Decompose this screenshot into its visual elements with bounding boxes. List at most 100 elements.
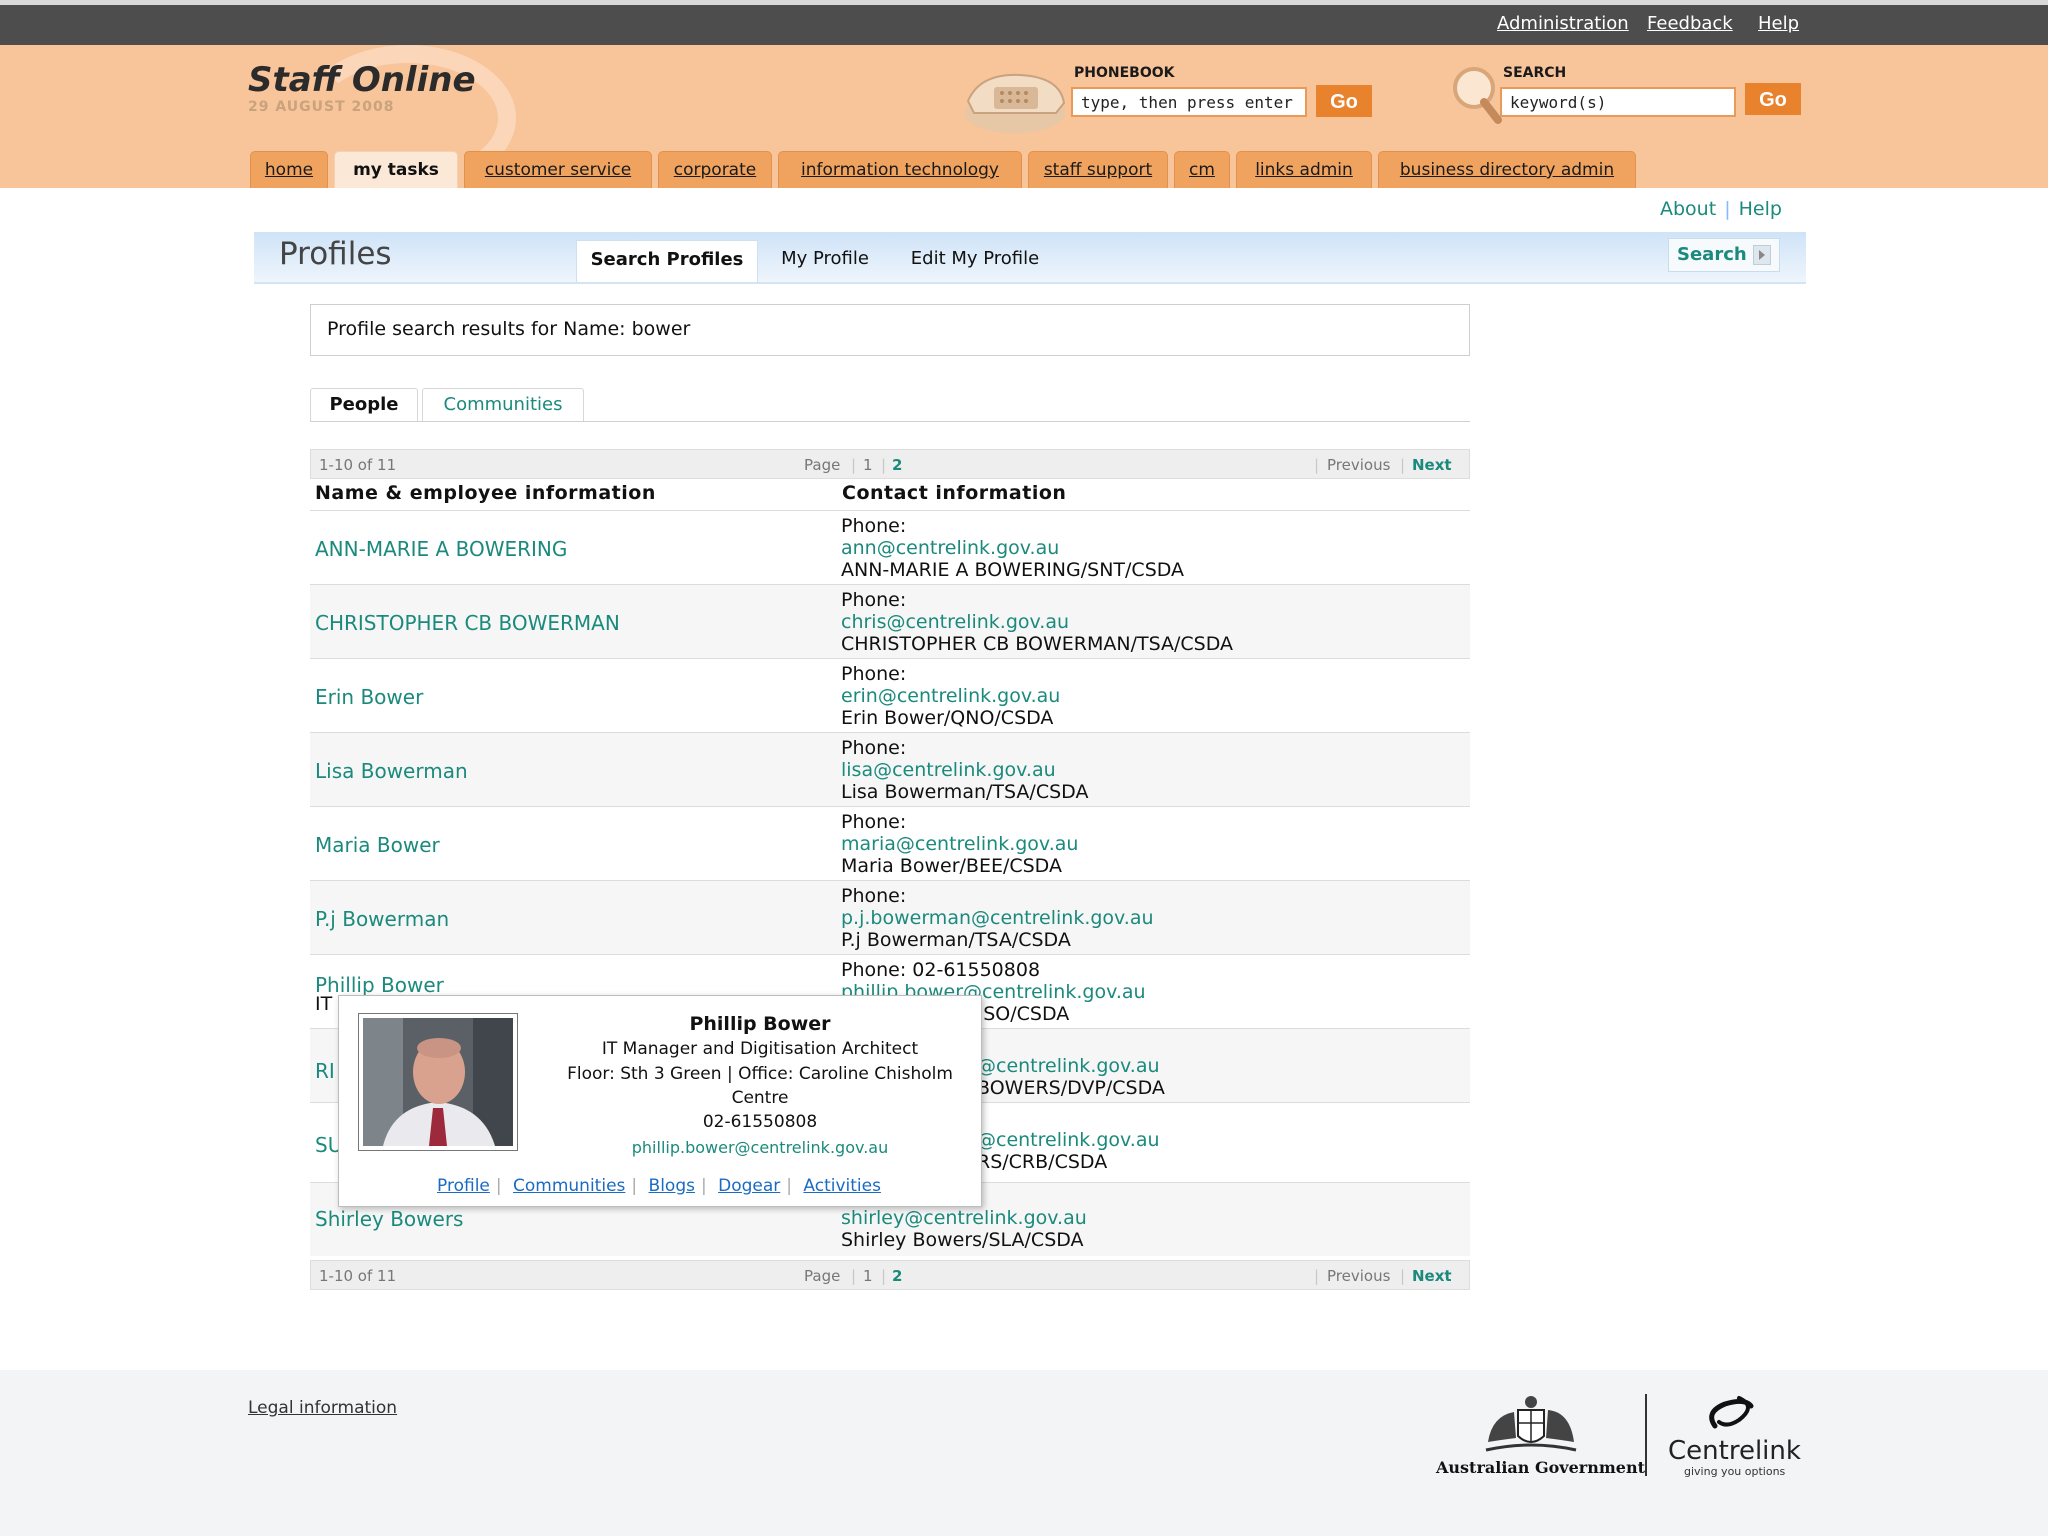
profiles-search-label: Search (1677, 244, 1747, 265)
nav-tab-customer-service[interactable]: customer service (464, 151, 652, 188)
pager-page-label: Page (804, 456, 841, 474)
pager-page-1: 1 (863, 1267, 873, 1285)
card-links: Profile | Communities | Blogs | Dogear | Act… (338, 1176, 980, 1196)
table-row: Erin Bower Phone: erin@centrelink.gov.au… (310, 658, 1470, 732)
notes-address: Shirley Bowers/SLA/CSDA (841, 1229, 1084, 1251)
tab-search-profiles[interactable]: Search Profiles (576, 240, 758, 282)
email-link[interactable]: shirley@centrelink.gov.au (841, 1207, 1087, 1229)
table-row: ANN-MARIE A BOWERING Phone: ann@centreli… (310, 510, 1470, 584)
pager-page-label: Page (804, 1267, 841, 1285)
person-name-link[interactable]: Lisa Bowerman (315, 759, 468, 783)
site-title[interactable]: Staff Online (248, 60, 476, 100)
phone-text: Phone: 02-61550808 (841, 959, 1041, 981)
nav-tab-business-directory-admin[interactable]: business directory admin (1378, 151, 1636, 188)
notes-address: P.j Bowerman/TSA/CSDA (841, 929, 1071, 951)
nav-tab-corporate[interactable]: corporate (658, 151, 772, 188)
card-link-activities[interactable]: Activities (803, 1176, 881, 1196)
email-link[interactable]: chris@centrelink.gov.au (841, 611, 1233, 633)
arrow-right-icon (1753, 245, 1771, 265)
pager-previous: Previous (1327, 1267, 1391, 1285)
pipe: | (700, 1176, 707, 1196)
card-link-profile[interactable]: Profile (437, 1176, 490, 1196)
email-link[interactable]: p.j.bowerman@centrelink.gov.au (841, 907, 1154, 929)
contact-info: Phone: erin@centrelink.gov.au Erin Bower… (841, 663, 1060, 729)
email-link[interactable]: maria@centrelink.gov.au (841, 833, 1078, 855)
phonebook-go-button[interactable]: Go (1316, 85, 1372, 117)
pager-page-2-link[interactable]: 2 (892, 1267, 902, 1285)
pager-range: 1-10 of 11 (319, 456, 397, 474)
column-header-name: Name & employee information (315, 482, 656, 504)
pipe: | (1400, 1267, 1406, 1285)
card-link-dogear[interactable]: Dogear (718, 1176, 780, 1196)
card-job-title: IT Manager and Digitisation Architect (601, 1039, 919, 1059)
help-link-secondary[interactable]: Help (1739, 198, 1782, 220)
nav-tab-links-admin[interactable]: links admin (1236, 151, 1372, 188)
site-date: 29 AUGUST 2008 (248, 99, 395, 115)
search-input[interactable] (1500, 87, 1736, 117)
divider (1645, 1394, 1647, 1476)
card-link-communities[interactable]: Communities (513, 1176, 625, 1196)
person-name-link[interactable]: Erin Bower (315, 685, 423, 709)
tab-edit-my-profile[interactable]: Edit My Profile (906, 240, 1044, 282)
card-location: Floor: Sth 3 Green | Office: Caroline Ch… (567, 1064, 953, 1084)
profiles-search-button[interactable]: Search (1668, 238, 1780, 272)
divider (310, 421, 1470, 422)
legal-information-link[interactable]: Legal information (248, 1398, 397, 1418)
nav-tab-cm[interactable]: cm (1174, 151, 1230, 188)
coat-of-arms-icon (1485, 1396, 1577, 1452)
email-link[interactable]: erin@centrelink.gov.au (841, 685, 1060, 707)
person-name-link[interactable]: ANN-MARIE A BOWERING (315, 537, 567, 561)
search-go-button[interactable]: Go (1745, 83, 1801, 115)
notes-address: Maria Bower/BEE/CSDA (841, 855, 1062, 877)
email-link[interactable]: ann@centrelink.gov.au (841, 537, 1184, 559)
person-name-link[interactable]: CHRISTOPHER CB BOWERMAN (315, 611, 620, 635)
person-photo-image (363, 1018, 513, 1146)
person-name-link[interactable]: Shirley Bowers (315, 1207, 463, 1231)
centrelink-logo-icon (1709, 1396, 1754, 1429)
person-name-link[interactable]: RI (315, 1059, 335, 1083)
tab-my-profile[interactable]: My Profile (772, 240, 878, 282)
feedback-link[interactable]: Feedback (1647, 13, 1733, 34)
pager-bottom: 1-10 of 11 Page | 1 | 2 | Previous | Nex… (310, 1260, 1470, 1290)
search-summary: Profile search results for Name: bower (310, 304, 1470, 356)
notes-address: Lisa Bowerman/TSA/CSDA (841, 781, 1089, 803)
nav-tab-information-technology[interactable]: information technology (778, 151, 1022, 188)
pipe: | (1314, 1267, 1320, 1285)
pipe: | (881, 456, 887, 474)
about-link[interactable]: About (1660, 198, 1716, 220)
person-name-link[interactable]: Phillip Bower (315, 973, 444, 997)
card-email-link[interactable]: phillip.bower@centrelink.gov.au (540, 1138, 980, 1157)
nav-tab-home[interactable]: home (250, 151, 328, 188)
administration-link[interactable]: Administration (1497, 13, 1629, 34)
pager-previous: Previous (1327, 456, 1391, 474)
tab-people[interactable]: People (310, 388, 418, 422)
separator: | (1724, 198, 1731, 220)
column-header-contact: Contact information (842, 482, 1067, 504)
table-row: Maria Bower Phone: maria@centrelink.gov.… (310, 806, 1470, 880)
pipe: | (1314, 456, 1320, 474)
tab-communities[interactable]: Communities (422, 388, 584, 422)
pager-next-link[interactable]: Next (1412, 456, 1452, 474)
notes-address: CHRISTOPHER CB BOWERMAN/TSA/CSDA (841, 633, 1234, 655)
phone-text: Phone: (841, 515, 907, 537)
phone-text: Phone: (841, 589, 907, 611)
card-link-blogs[interactable]: Blogs (649, 1176, 695, 1196)
australian-government-logo-text: Australian Government (1436, 1458, 1645, 1477)
person-name-link[interactable]: Maria Bower (315, 833, 440, 857)
help-link[interactable]: Help (1758, 13, 1799, 34)
card-name: Phillip Bower (689, 1013, 831, 1035)
top-utility-bar: Administration Feedback Help (0, 0, 2048, 45)
phone-text: Phone: (841, 737, 907, 759)
email-link[interactable]: lisa@centrelink.gov.au (841, 759, 1088, 781)
card-phone: 02-61550808 (702, 1112, 818, 1132)
search-label: SEARCH (1503, 65, 1567, 81)
pager-next-link[interactable]: Next (1412, 1267, 1452, 1285)
pager-page-2-link[interactable]: 2 (892, 456, 902, 474)
notes-address: ANN-MARIE A BOWERING/SNT/CSDA (841, 559, 1185, 581)
phonebook-input[interactable] (1071, 87, 1307, 117)
nav-tab-staff-support[interactable]: staff support (1028, 151, 1168, 188)
pipe: | (1400, 456, 1406, 474)
pipe: | (495, 1176, 502, 1196)
person-name-link[interactable]: P.j Bowerman (315, 907, 449, 931)
nav-tab-my-tasks[interactable]: my tasks (334, 151, 458, 188)
